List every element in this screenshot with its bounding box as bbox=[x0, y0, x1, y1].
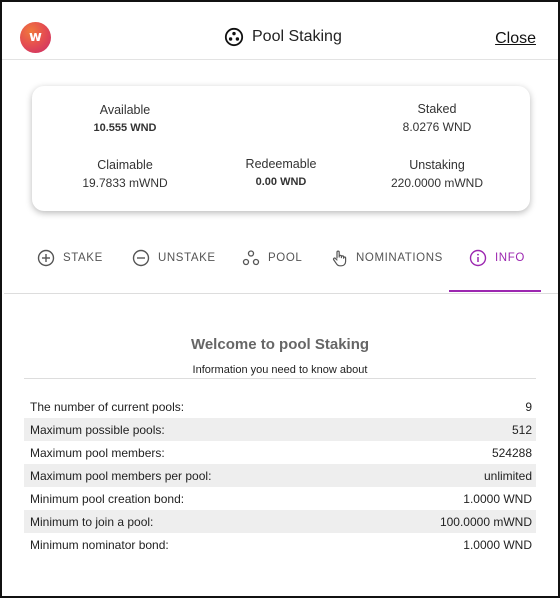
title-group: Pool Staking bbox=[224, 26, 342, 48]
info-row-label: The number of current pools: bbox=[30, 399, 185, 414]
claimable-value: 19.7833 mWND bbox=[82, 176, 168, 190]
remove-circle-icon bbox=[132, 249, 150, 267]
tab-pool[interactable]: POOL bbox=[242, 240, 302, 294]
westend-logo: w bbox=[20, 22, 51, 53]
available-value: 10.555 WND bbox=[93, 122, 157, 134]
info-row-label: Maximum possible pools: bbox=[30, 422, 165, 437]
info-row-label: Minimum to join a pool: bbox=[30, 514, 154, 529]
page-title: Pool Staking bbox=[252, 28, 342, 45]
redeemable-value: 0.00 WND bbox=[255, 176, 307, 188]
tab-stake-label: STAKE bbox=[63, 252, 103, 264]
info-row-value: 1.0000 WND bbox=[463, 491, 532, 506]
info-row: Maximum pool members per pool: unlimited bbox=[24, 464, 536, 487]
info-row-value: 524288 bbox=[491, 445, 532, 460]
pool-icon bbox=[242, 250, 260, 266]
info-icon bbox=[469, 249, 487, 267]
info-row-value: 9 bbox=[525, 399, 532, 414]
unstaking-value: 220.0000 mWND bbox=[390, 176, 484, 190]
staked-value: 8.0276 WND bbox=[402, 120, 472, 134]
tab-pool-label: POOL bbox=[268, 252, 303, 264]
redeemable-balance: Redeemable 0.00 WND bbox=[201, 157, 361, 188]
tab-stake[interactable]: STAKE bbox=[37, 240, 103, 294]
unstaking-balance: Unstaking 220.0000 mWND bbox=[357, 158, 517, 190]
info-row-label: Maximum pool members per pool: bbox=[30, 468, 212, 483]
info-row-value: 512 bbox=[511, 422, 532, 437]
balances-card: Available 10.555 WND Staked 8.0276 WND C… bbox=[32, 86, 530, 211]
info-row: Minimum to join a pool: 100.0000 mWND bbox=[24, 510, 536, 533]
info-row: Minimum pool creation bond: 1.0000 WND bbox=[24, 487, 536, 510]
available-label: Available bbox=[99, 103, 151, 117]
tab-bar: STAKE UNSTAKE POOL NOMINATIONS INFO bbox=[4, 240, 558, 294]
info-row: The number of current pools: 9 bbox=[24, 395, 536, 418]
info-row-value: 1.0000 WND bbox=[463, 537, 532, 552]
info-title: Welcome to pool Staking bbox=[190, 336, 370, 353]
available-balance: Available 10.555 WND bbox=[45, 103, 205, 134]
info-divider bbox=[24, 378, 536, 379]
tab-info-label: INFO bbox=[495, 252, 525, 264]
tab-info[interactable]: INFO bbox=[469, 240, 525, 294]
info-subtitle: Information you need to know about bbox=[192, 364, 368, 376]
unstaking-label: Unstaking bbox=[409, 158, 465, 172]
tab-unstake-label: UNSTAKE bbox=[158, 252, 216, 264]
claimable-label: Claimable bbox=[97, 158, 153, 172]
active-tab-indicator bbox=[449, 290, 541, 292]
redeemable-label: Redeemable bbox=[245, 157, 317, 171]
info-table: The number of current pools: 9 Maximum p… bbox=[24, 395, 536, 556]
close-link[interactable]: Close bbox=[495, 30, 536, 48]
info-row: Maximum possible pools: 512 bbox=[24, 418, 536, 441]
add-circle-icon bbox=[37, 249, 55, 267]
staked-label: Staked bbox=[417, 102, 457, 116]
info-row-value: unlimited bbox=[483, 468, 532, 483]
hand-pointer-icon bbox=[332, 250, 347, 267]
info-row-label: Maximum pool members: bbox=[30, 445, 165, 460]
logo-letter: w bbox=[29, 29, 42, 45]
claimable-balance: Claimable 19.7833 mWND bbox=[45, 158, 205, 190]
popup-window: w Pool Staking Close Available 10.555 WN… bbox=[0, 0, 560, 598]
header: w Pool Staking Close bbox=[2, 2, 558, 60]
pool-staking-icon bbox=[224, 27, 244, 47]
info-row: Minimum nominator bond: 1.0000 WND bbox=[24, 533, 536, 556]
tab-unstake[interactable]: UNSTAKE bbox=[132, 240, 216, 294]
info-row-value: 100.0000 mWND bbox=[439, 514, 532, 529]
tab-nominations-label: NOMINATIONS bbox=[356, 252, 443, 264]
info-row-label: Minimum pool creation bond: bbox=[30, 491, 185, 506]
staked-balance: Staked 8.0276 WND bbox=[357, 102, 517, 134]
info-row: Maximum pool members: 524288 bbox=[24, 441, 536, 464]
tab-nominations[interactable]: NOMINATIONS bbox=[330, 240, 443, 294]
info-row-label: Minimum nominator bond: bbox=[30, 537, 169, 552]
